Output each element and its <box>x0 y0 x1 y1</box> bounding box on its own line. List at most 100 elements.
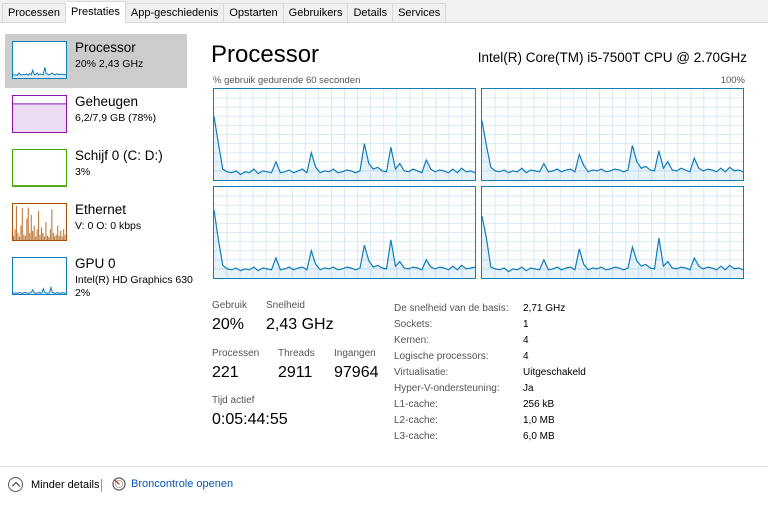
thumb-bar <box>57 225 59 240</box>
gpu-thumbnail-svg <box>12 257 67 295</box>
thumb-bar <box>17 232 19 240</box>
property-label: Virtualisatie: <box>394 367 449 378</box>
property-value: 2,71 GHz <box>523 303 566 314</box>
thumb-bar <box>32 231 34 240</box>
page-title: Processor <box>211 41 320 68</box>
property-label: Sockets: <box>394 319 433 330</box>
stat-label: Gebruik <box>212 300 248 311</box>
property-label: Logische processors: <box>394 351 489 362</box>
core-graph-svg <box>214 89 475 180</box>
thumb-bar <box>49 229 51 240</box>
thumb-bar <box>15 205 17 240</box>
sidebar-item-title: GPU 0 <box>75 256 116 271</box>
thumb-bar <box>48 237 50 240</box>
cpu-model-name: Intel(R) Core(TM) i5-7500T CPU @ 2.70GHz <box>477 50 747 65</box>
thumb-bar <box>29 232 31 240</box>
thumb-bar <box>64 234 66 240</box>
processor-thumbnail-svg <box>12 41 67 79</box>
thumb-bar <box>46 235 48 240</box>
thumb-border <box>12 41 67 79</box>
thumb-bar <box>42 232 44 240</box>
property-label: De snelheid van de basis: <box>394 303 509 314</box>
core-graph-svg <box>482 187 743 278</box>
memory-thumbnail-svg <box>12 95 67 133</box>
cpu-core-graphs <box>213 88 745 281</box>
sidebar-item-title: Schijf 0 (C: D:) <box>75 148 163 163</box>
stat-processes: Processen 221 <box>212 348 259 383</box>
thumb-bar <box>54 236 56 240</box>
property-row: De snelheid van de basis: 2,71 GHz <box>394 301 594 317</box>
core-graph-svg <box>214 187 475 278</box>
property-row: Kernen: 4 <box>394 333 594 349</box>
property-label: Hyper-V-ondersteuning: <box>394 383 500 394</box>
stat-label: Processen <box>212 348 260 359</box>
stat-label: Ingangen <box>334 348 376 359</box>
disk-thumbnail-svg <box>12 149 67 187</box>
thumb-bar <box>36 229 38 240</box>
core-graph <box>213 88 476 181</box>
sidebar-item-subtitle: V: 0 O: 0 kbps <box>75 220 142 232</box>
stat-label: Snelheid <box>266 300 305 311</box>
resource-monitor-icon <box>112 477 126 491</box>
tabs: Processen Prestaties App-geschiedenis Op… <box>2 1 447 23</box>
sidebar-item-ethernet[interactable]: Ethernet V: 0 O: 0 kbps <box>5 196 187 250</box>
thumb-bar <box>18 236 20 240</box>
stat-usage: Gebruik 20% <box>212 300 247 335</box>
property-value: 256 kB <box>523 399 555 410</box>
thumb-bar <box>30 214 32 240</box>
stat-label: Tijd actief <box>212 395 255 406</box>
sidebar-item-memory[interactable]: Geheugen 6,2/7,9 GB (78%) <box>5 88 187 142</box>
chevron-up-icon <box>8 477 23 492</box>
thumb-bar <box>60 231 62 240</box>
open-resource-monitor-link[interactable]: Broncontrole openen <box>112 477 233 491</box>
stat-value: 20% <box>212 316 245 333</box>
thumb-bar <box>61 236 63 240</box>
sidebar-item-subtitle: Intel(R) HD Graphics 630 <box>75 274 193 286</box>
thumb-bar <box>38 211 40 240</box>
sidebar-item-gpu[interactable]: GPU 0 Intel(R) HD Graphics 630 2% <box>5 250 193 304</box>
stat-value: 0:05:44:55 <box>212 411 288 428</box>
thumb-bar <box>23 234 25 240</box>
sidebar-item-disk[interactable]: Schijf 0 (C: D:) 3% <box>5 142 187 196</box>
property-value: Uitgeschakeld <box>523 367 586 378</box>
open-resource-monitor-label: Broncontrole openen <box>131 478 234 490</box>
tab-services[interactable]: Services <box>393 3 447 23</box>
stat-value: 97964 <box>334 364 379 381</box>
thumb-bar <box>26 218 28 240</box>
fewer-details-label: Minder details <box>31 478 100 491</box>
stat-uptime: Tijd actief 0:05:44:55 <box>212 395 288 430</box>
tab-gebruikers[interactable]: Gebruikers <box>283 3 349 23</box>
stat-label: Threads <box>278 348 315 359</box>
fewer-details-button[interactable]: Minder details <box>8 477 99 492</box>
ethernet-thumbnail-graph <box>12 203 67 241</box>
tab-app-geschiedenis[interactable]: App-geschiedenis <box>125 3 225 23</box>
thumb-bar <box>13 235 15 240</box>
thumb-bar <box>14 229 16 240</box>
graph-max-label: 100% <box>720 75 745 86</box>
graph-caption: % gebruik gedurende 60 seconden <box>213 75 361 86</box>
tab-details[interactable]: Details <box>348 3 394 23</box>
sidebar-item-processor[interactable]: Processor 20% 2,43 GHz <box>5 34 187 88</box>
property-row: L2-cache: 1,0 MB <box>394 413 594 429</box>
gpu-thumbnail-graph <box>12 257 67 295</box>
resource-sidebar: Processor 20% 2,43 GHz Geheugen 6,2/7,9 … <box>0 24 193 456</box>
tab-processen[interactable]: Processen <box>2 3 66 23</box>
thumb-bar <box>51 209 53 240</box>
property-row: Virtualisatie: Uitgeschakeld <box>394 365 594 381</box>
ethernet-thumbnail-svg <box>12 203 67 241</box>
property-label: L2-cache: <box>394 415 438 426</box>
thumb-bar <box>27 207 29 240</box>
property-value: 6,0 MB <box>523 431 555 442</box>
sidebar-item-title: Processor <box>75 40 136 55</box>
footer-bar: Minder details Broncontrole openen <box>0 466 768 507</box>
property-label: L3-cache: <box>394 431 438 442</box>
sidebar-item-subtitle-2: 2% <box>75 287 91 299</box>
core-graph <box>481 88 744 181</box>
thumb-bar <box>41 227 43 240</box>
tab-prestaties[interactable]: Prestaties <box>65 1 126 23</box>
thumb-border <box>12 149 67 187</box>
stat-value: 221 <box>212 364 239 381</box>
thumb-bar <box>21 208 23 240</box>
tab-opstarten[interactable]: Opstarten <box>224 3 284 23</box>
property-label: L1-cache: <box>394 399 438 410</box>
